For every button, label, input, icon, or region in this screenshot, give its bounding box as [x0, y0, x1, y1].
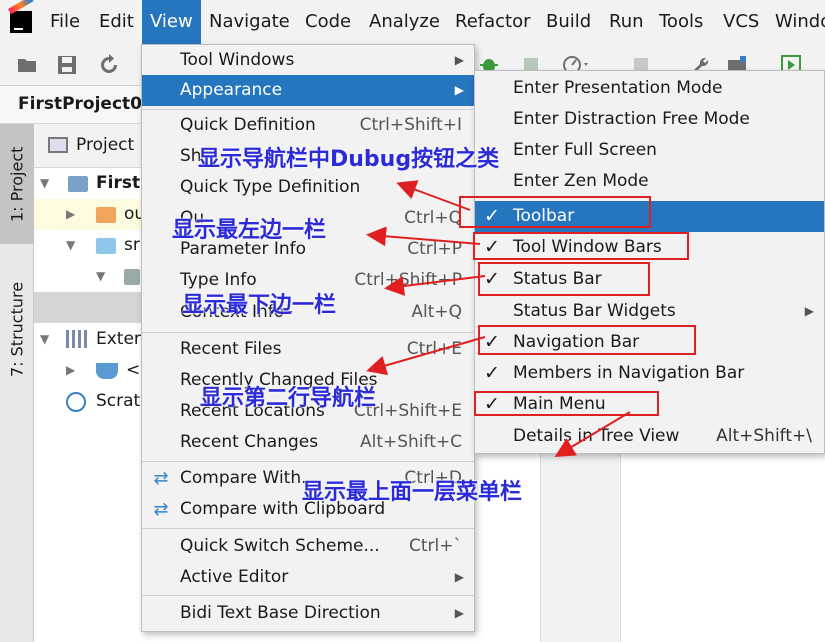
arrow-tool-window-bars — [366, 226, 481, 247]
annotation-status-bar-note: 显示最下边一栏 — [182, 293, 337, 318]
arrow-main-menu — [554, 411, 631, 458]
arrow-navigation-bar — [366, 336, 486, 376]
arrow-toolbar — [396, 180, 471, 211]
arrow-status-bar — [384, 275, 486, 296]
annotation-navigation-bar-note: 显示第二行导航栏 — [200, 386, 377, 411]
annotation-tool-window-bars-note: 显示最左边一栏 — [172, 218, 327, 243]
annotation-main-menu-note: 显示最上面一层菜单栏 — [302, 480, 523, 505]
annotation-arrows — [366, 180, 631, 458]
annotation-toolbar-note: 显示导航栏中Dubug按钮之类 — [198, 147, 500, 172]
